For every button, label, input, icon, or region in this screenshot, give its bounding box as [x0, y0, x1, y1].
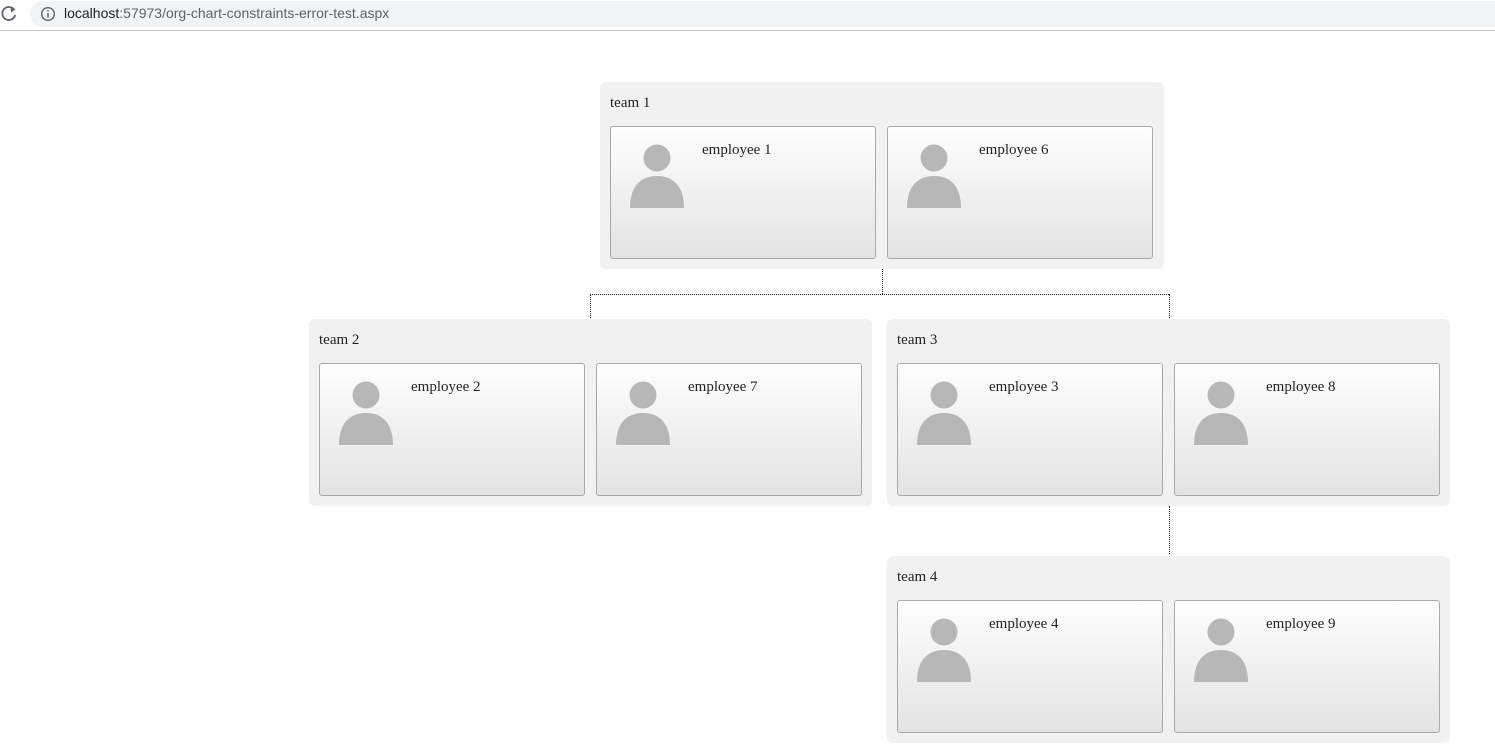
person-icon — [917, 381, 971, 445]
employee-card[interactable]: employee 8 — [1174, 363, 1440, 496]
info-icon[interactable] — [40, 6, 56, 22]
employee-name: employee 7 — [688, 379, 758, 395]
employee-card[interactable]: employee 3 — [897, 363, 1163, 496]
employee-name: employee 1 — [702, 142, 772, 158]
team-card-3[interactable]: team 3 employee 3 employee 8 — [887, 319, 1450, 506]
address-bar[interactable]: localhost:57973/org-chart-constraints-er… — [30, 1, 1495, 27]
url-path: :57973/org-chart-constraints-error-test.… — [119, 5, 390, 21]
employee-card[interactable]: employee 1 — [610, 126, 876, 259]
team-label: team 4 — [897, 569, 938, 585]
connector-team3-drop — [1169, 294, 1170, 318]
person-icon — [616, 381, 670, 445]
employee-card[interactable]: employee 7 — [596, 363, 862, 496]
employee-card[interactable]: employee 4 — [897, 600, 1163, 733]
team-label: team 1 — [610, 95, 651, 111]
person-icon — [1194, 618, 1248, 682]
connector-horizontal — [590, 294, 1169, 295]
employee-name: employee 3 — [989, 379, 1059, 395]
employee-name: employee 8 — [1266, 379, 1336, 395]
employee-name: employee 6 — [979, 142, 1049, 158]
url-host: localhost — [64, 5, 120, 21]
employee-name: employee 2 — [411, 379, 481, 395]
reload-icon[interactable] — [0, 5, 18, 23]
team-label: team 2 — [319, 332, 360, 348]
person-icon — [339, 381, 393, 445]
employee-name: employee 4 — [989, 616, 1059, 632]
employee-name: employee 9 — [1266, 616, 1336, 632]
url-text: localhost:57973/org-chart-constraints-er… — [64, 5, 389, 21]
team-card-1[interactable]: team 1 employee 1 employee 6 — [600, 82, 1164, 269]
employee-card[interactable]: employee 9 — [1174, 600, 1440, 733]
team-card-4[interactable]: team 4 employee 4 employee 9 — [887, 556, 1450, 743]
connector-team3-team4 — [1169, 506, 1170, 554]
browser-toolbar: localhost:57973/org-chart-constraints-er… — [0, 0, 1495, 31]
team-label: team 3 — [897, 332, 938, 348]
person-icon — [630, 144, 684, 208]
person-icon — [907, 144, 961, 208]
org-chart: team 1 employee 1 employee 6 team 2 empl… — [0, 31, 1495, 752]
person-icon — [917, 618, 971, 682]
employee-card[interactable]: employee 2 — [319, 363, 585, 496]
employee-card[interactable]: employee 6 — [887, 126, 1153, 259]
connector-team2-drop — [590, 294, 591, 318]
team-card-2[interactable]: team 2 employee 2 employee 7 — [309, 319, 872, 506]
connector-team1-down — [882, 268, 883, 294]
person-icon — [1194, 381, 1248, 445]
